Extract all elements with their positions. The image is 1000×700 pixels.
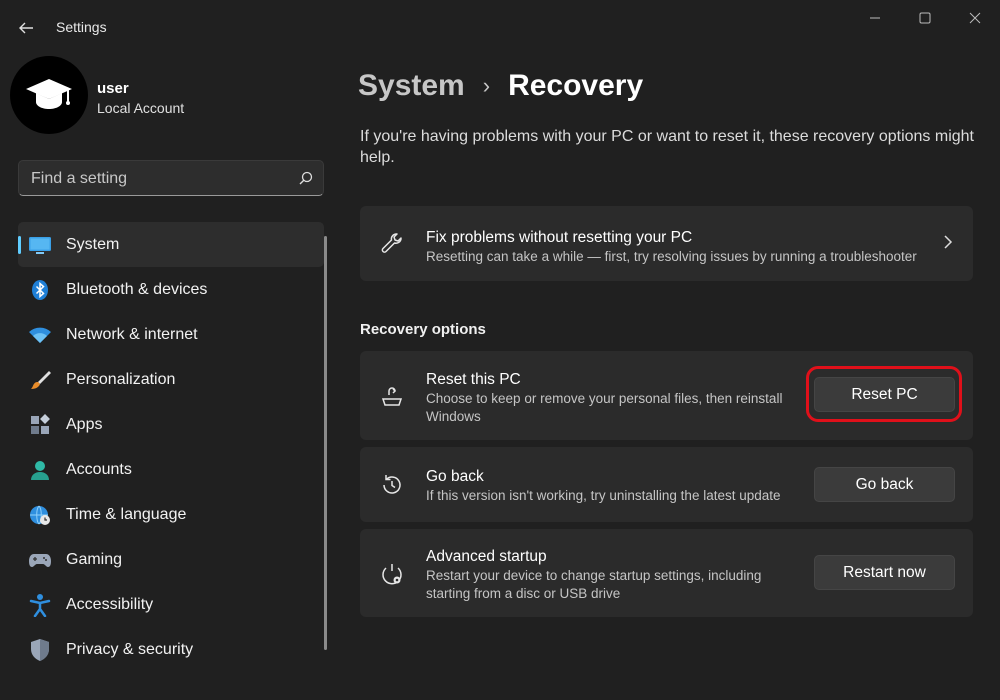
- sidebar-item-label: Gaming: [66, 551, 123, 568]
- intro-text: If you're having problems with your PC o…: [360, 128, 974, 166]
- close-button[interactable]: [952, 6, 998, 30]
- minimize-button[interactable]: [852, 6, 898, 30]
- user-name: user: [97, 80, 129, 97]
- minimize-icon: [870, 17, 880, 19]
- sidebar-item-time-language[interactable]: Time & language: [18, 492, 324, 537]
- globe-clock-icon: [28, 503, 52, 527]
- sidebar-item-accounts[interactable]: Accounts: [18, 447, 324, 492]
- reset-pc-card: Reset this PC Choose to keep or remove y…: [360, 351, 973, 440]
- sidebar-item-label: Time & language: [66, 506, 187, 523]
- sidebar-item-gaming[interactable]: Gaming: [18, 537, 324, 582]
- breadcrumb-separator: ›: [482, 73, 491, 98]
- graduation-cap-icon: [26, 79, 72, 109]
- sidebar-item-bluetooth[interactable]: Bluetooth & devices: [18, 267, 324, 312]
- sidebar-item-privacy-security[interactable]: Privacy & security: [18, 627, 324, 672]
- close-icon: [969, 12, 981, 24]
- sidebar-item-label: System: [66, 236, 120, 253]
- sidebar-scrollbar[interactable]: [324, 236, 327, 650]
- go-back-card: Go back If this version isn't working, t…: [360, 447, 973, 522]
- maximize-button[interactable]: [902, 6, 948, 30]
- user-profile[interactable]: user Local Account: [10, 56, 330, 136]
- search-input[interactable]: [29, 167, 293, 191]
- card-title: Fix problems without resetting your PC: [426, 229, 693, 246]
- advanced-startup-icon: [378, 561, 406, 589]
- card-description: Choose to keep or remove your personal f…: [426, 391, 783, 424]
- sidebar-item-label: Privacy & security: [66, 641, 194, 658]
- wrench-icon: [378, 230, 406, 258]
- card-description: If this version isn't working, try unins…: [426, 488, 781, 503]
- card-description: Resetting can take a while — first, try …: [426, 249, 917, 264]
- chevron-right-icon: [944, 235, 953, 249]
- back-arrow-icon: [19, 22, 33, 34]
- title-bar: Settings: [0, 0, 1000, 56]
- restart-now-button[interactable]: Restart now: [814, 555, 955, 590]
- reset-pc-button[interactable]: Reset PC: [814, 377, 955, 412]
- page-title: Recovery: [508, 69, 644, 102]
- avatar: [10, 56, 88, 134]
- card-title: Advanced startup: [426, 548, 547, 565]
- brush-icon: [28, 368, 52, 392]
- breadcrumb: System › Recovery: [358, 66, 643, 106]
- maximize-icon: [919, 12, 931, 24]
- breadcrumb-parent[interactable]: System: [358, 69, 465, 103]
- sidebar-item-label: Accessibility: [66, 596, 154, 613]
- active-indicator: [18, 236, 21, 254]
- card-title: Reset this PC: [426, 371, 521, 388]
- account-type: Local Account: [97, 100, 185, 116]
- card-description: Restart your device to change startup se…: [426, 568, 762, 601]
- gamepad-icon: [28, 548, 52, 572]
- card-title: Go back: [426, 468, 484, 485]
- bluetooth-icon: [28, 278, 52, 302]
- sidebar-item-personalization[interactable]: Personalization: [18, 357, 324, 402]
- wifi-icon: [28, 323, 52, 347]
- sidebar-item-label: Bluetooth & devices: [66, 281, 208, 298]
- monitor-icon: [28, 233, 52, 257]
- sidebar-item-label: Accounts: [66, 461, 132, 478]
- advanced-startup-card: Advanced startup Restart your device to …: [360, 529, 973, 617]
- fix-problems-card[interactable]: Fix problems without resetting your PC R…: [360, 206, 973, 281]
- sidebar-item-accessibility[interactable]: Accessibility: [18, 582, 324, 627]
- sidebar-item-label: Apps: [66, 416, 103, 433]
- sidebar-item-label: Network & internet: [66, 326, 198, 343]
- search-icon[interactable]: [299, 171, 313, 185]
- go-back-button[interactable]: Go back: [814, 467, 955, 502]
- sidebar-item-system[interactable]: System: [18, 222, 324, 267]
- shield-icon: [28, 638, 52, 662]
- back-button[interactable]: [12, 14, 40, 42]
- section-heading: Recovery options: [360, 321, 486, 338]
- accessibility-icon: [28, 593, 52, 617]
- app-title: Settings: [56, 19, 107, 35]
- reset-pc-icon: [378, 383, 406, 411]
- settings-window: Settings user Local Account Find a setti…: [0, 0, 1000, 700]
- history-icon: [378, 471, 406, 499]
- sidebar-item-network[interactable]: Network & internet: [18, 312, 324, 357]
- sidebar-item-apps[interactable]: Apps: [18, 402, 324, 447]
- apps-icon: [28, 413, 52, 437]
- person-icon: [28, 458, 52, 482]
- sidebar-item-label: Personalization: [66, 371, 176, 388]
- sidebar-nav: System Bluetooth & devices Network & int…: [18, 222, 326, 672]
- search-box[interactable]: [18, 160, 324, 196]
